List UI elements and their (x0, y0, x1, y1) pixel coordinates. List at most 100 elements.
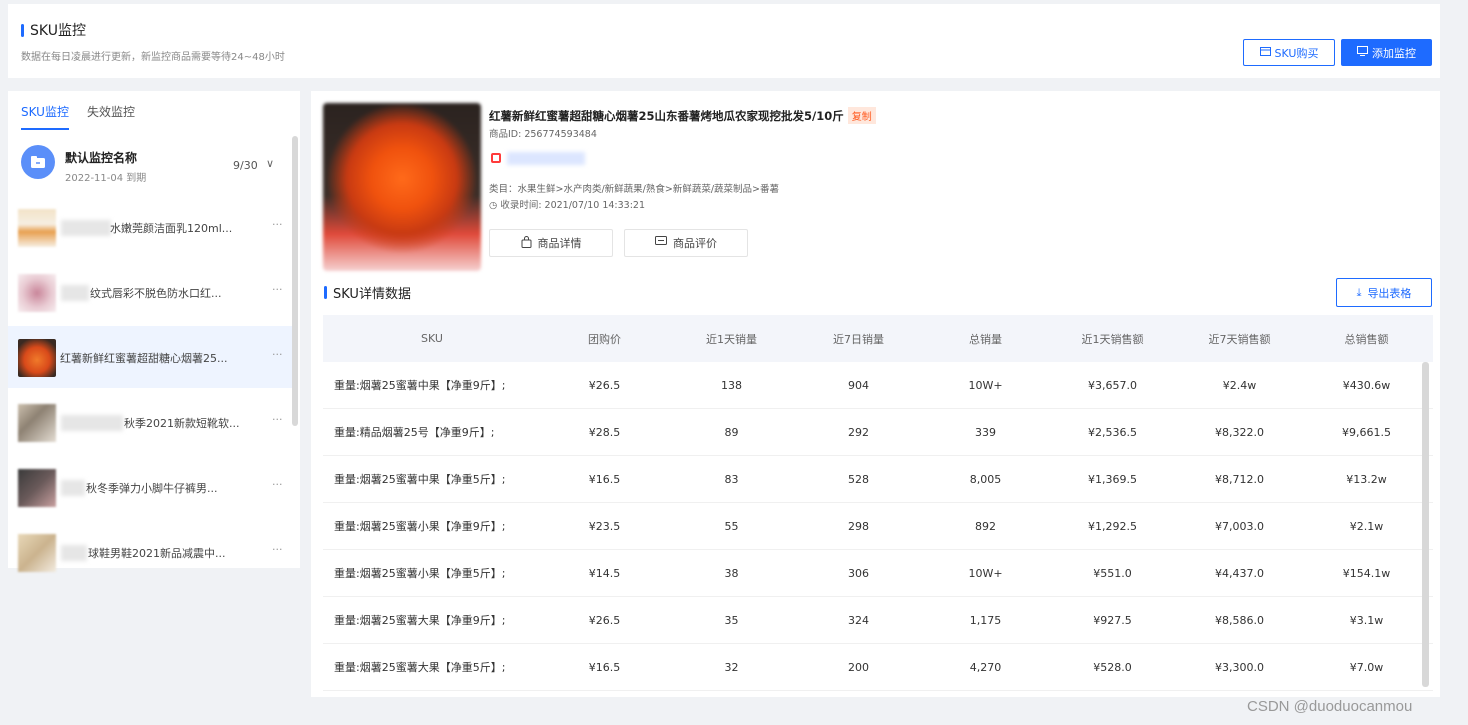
add-monitor-button[interactable]: 添加监控 (1341, 39, 1432, 66)
list-item-label: 秋季2021新款短靴软... (124, 417, 240, 430)
more-icon[interactable]: ··· (272, 283, 283, 296)
product-detail-button[interactable]: 商品详情 (489, 229, 613, 257)
sidebar-scrollbar[interactable] (292, 136, 298, 426)
page-subtitle: 数据在每日凌晨进行更新，新监控商品需要等待24~48小时 (21, 52, 285, 63)
table-cell: ¥1,292.5 (1088, 519, 1137, 533)
table-row: 重量:精品烟薯25号【净重9斤】; ¥28.5 89 292 339 ¥2,53… (323, 409, 1433, 456)
product-detail-label: 商品详情 (537, 237, 582, 250)
table-cell: ¥8,712.0 (1215, 472, 1264, 486)
table-scrollbar[interactable] (1422, 362, 1429, 687)
sku-buy-button[interactable]: SKU购买 (1243, 39, 1335, 66)
table-cell: 904 (848, 378, 869, 392)
list-item[interactable]: 红薯新鲜红蜜薯超甜糖心烟薯25... ··· (8, 326, 292, 388)
blurred-text (61, 545, 87, 561)
table-cell: 528 (848, 472, 869, 486)
table-cell: ¥8,322.0 (1215, 425, 1264, 439)
column-header: 近7日销量 (833, 332, 884, 346)
blurred-text (61, 285, 89, 301)
table-cell: ¥9,661.5 (1342, 425, 1391, 439)
column-header: 近1天销售额 (1081, 332, 1144, 346)
table-cell: ¥2.1w (1349, 519, 1384, 533)
table-cell: 83 (724, 472, 739, 486)
add-monitor-label: 添加监控 (1372, 46, 1416, 60)
table-cell: 292 (848, 425, 869, 439)
tab-invalid-monitor[interactable]: 失效监控 (87, 103, 135, 130)
table-cell: ¥3,657.0 (1088, 378, 1137, 392)
list-item-label: 球鞋男鞋2021新品减震中... (88, 547, 226, 560)
blurred-text (61, 415, 123, 431)
monitor-sidebar: SKU监控 失效监控 默认监控名称 2022-11-04 到期 9/30 ∨ 水… (8, 91, 300, 572)
blurred-text (61, 220, 111, 236)
folder-icon (21, 145, 55, 179)
column-header: 近7天销售额 (1208, 332, 1271, 346)
table-cell: ¥7,003.0 (1215, 519, 1264, 533)
list-item[interactable]: 球鞋男鞋2021新品减震中... ··· (8, 521, 292, 572)
table-cell: 32 (724, 660, 739, 674)
table-cell: ¥7.0w (1349, 660, 1384, 674)
cart-icon (1259, 46, 1271, 59)
table-cell: 138 (721, 378, 742, 392)
table-cell: 38 (724, 566, 739, 580)
table-cell: 重量:烟薯25蜜薯小果【净重9斤】; (334, 520, 506, 533)
product-review-button[interactable]: 商品评价 (624, 229, 748, 257)
product-thumbnail (18, 274, 56, 312)
table-cell: 重量:烟薯25蜜薯大果【净重5斤】; (334, 661, 506, 674)
table-cell: ¥28.5 (588, 425, 621, 439)
table-cell: 重量:烟薯25蜜薯中果【净重9斤】; (334, 379, 506, 392)
shop-icon (491, 153, 501, 163)
table-cell: ¥16.5 (588, 472, 621, 486)
table-cell: ¥13.2w (1346, 472, 1387, 486)
product-thumbnail (18, 534, 56, 572)
table-cell: ¥26.5 (588, 378, 621, 392)
table-cell: 892 (975, 519, 996, 533)
column-header: SKU (421, 332, 443, 345)
table-cell: ¥4,437.0 (1215, 566, 1264, 580)
more-icon[interactable]: ··· (272, 348, 283, 361)
more-icon[interactable]: ··· (272, 218, 283, 231)
monitor-group[interactable]: 默认监控名称 2022-11-04 到期 9/30 ∨ (8, 137, 292, 189)
more-icon[interactable]: ··· (272, 478, 283, 491)
copy-button[interactable]: 复制 (847, 107, 876, 124)
more-icon[interactable]: ··· (272, 543, 283, 556)
more-icon[interactable]: ··· (272, 413, 283, 426)
tab-sku-monitor[interactable]: SKU监控 (21, 103, 69, 130)
table-cell: ¥927.5 (1093, 613, 1132, 627)
table-cell: ¥8,586.0 (1215, 613, 1264, 627)
table-cell: ¥26.5 (588, 613, 621, 627)
group-name: 默认监控名称 (65, 151, 138, 165)
product-image (323, 103, 481, 271)
table-cell: 4,270 (969, 660, 1002, 674)
list-item[interactable]: 水嫩莞颜洁面乳120ml... ··· (8, 196, 292, 258)
chevron-down-icon[interactable]: ∨ (266, 157, 274, 170)
page-title: SKU监控 (21, 20, 86, 40)
section-accent-bar (324, 286, 327, 299)
table-cell: 重量:烟薯25蜜薯大果【净重9斤】; (334, 614, 506, 627)
list-item[interactable]: 秋冬季弹力小脚牛仔裤男... ··· (8, 456, 292, 518)
sidebar-tabs: SKU监控 失效监控 (21, 103, 135, 130)
group-count: 9/30 (233, 159, 258, 172)
table-cell: 10W+ (968, 566, 1003, 580)
table-row: 重量:烟薯25蜜薯小果【净重9斤】; ¥23.5 55 298 892 ¥1,2… (323, 503, 1433, 550)
title-accent-bar (21, 23, 24, 37)
table-cell: 200 (848, 660, 869, 674)
list-item-label: 红薯新鲜红蜜薯超甜糖心烟薯25... (60, 352, 228, 365)
table-cell: ¥23.5 (588, 519, 621, 533)
column-header: 团购价 (588, 332, 621, 346)
clock-icon: ◷ (489, 200, 498, 211)
product-thumbnail (18, 404, 56, 442)
product-thumbnail (18, 339, 56, 377)
page-header: SKU监控 数据在每日凌晨进行更新，新监控商品需要等待24~48小时 SKU购买… (8, 4, 1440, 78)
table-cell: 89 (724, 425, 739, 439)
monitor-icon (1357, 46, 1368, 59)
list-item[interactable]: 纹式唇彩不脱色防水口红... ··· (8, 261, 292, 323)
export-label: 导出表格 (1367, 286, 1412, 300)
list-item[interactable]: 秋季2021新款短靴软... ··· (8, 391, 292, 453)
blurred-text (61, 480, 85, 496)
export-table-button[interactable]: ⤓ 导出表格 (1336, 278, 1432, 307)
table-cell: 55 (724, 519, 739, 533)
product-title-text: 红薯新鲜红蜜薯超甜糖心烟薯25山东番薯烤地瓜农家现挖批发5/10斤 (489, 108, 844, 123)
bag-icon (521, 235, 532, 251)
list-item-label: 纹式唇彩不脱色防水口红... (90, 287, 222, 300)
table-row: 重量:烟薯25蜜薯中果【净重9斤】; ¥26.5 138 904 10W+ ¥3… (323, 362, 1433, 409)
table-cell: ¥551.0 (1093, 566, 1132, 580)
